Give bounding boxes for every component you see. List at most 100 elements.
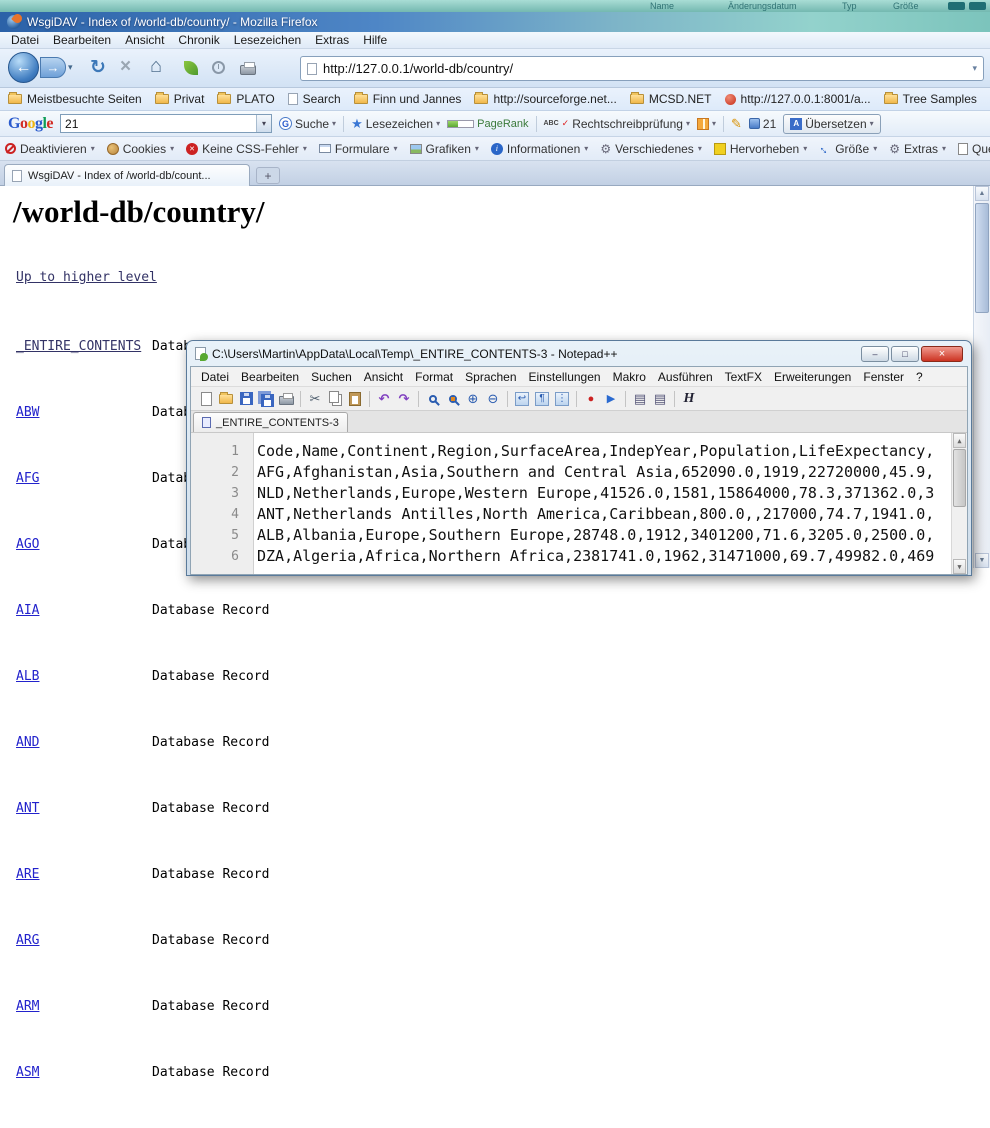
bookmark-search[interactable]: Search bbox=[288, 92, 341, 106]
open-file-icon[interactable] bbox=[217, 390, 235, 408]
webdev-view-source[interactable]: Quelltext▾ bbox=[958, 142, 990, 156]
webdev-miscellaneous[interactable]: ⚙Verschiedenes▾ bbox=[600, 142, 702, 156]
clone-pane-icon[interactable]: ▤ bbox=[651, 390, 669, 408]
new-tab-button[interactable]: + bbox=[256, 167, 280, 184]
minimize-button[interactable]: – bbox=[861, 346, 889, 362]
play-macro-icon[interactable]: ▶ bbox=[602, 390, 620, 408]
entry-arg-link[interactable]: ARG bbox=[16, 933, 39, 948]
url-bar[interactable]: http://127.0.0.1/world-db/country/ ▾ bbox=[300, 56, 984, 81]
back-button[interactable]: ← bbox=[8, 52, 39, 83]
view-pane-icon[interactable]: ▤ bbox=[631, 390, 649, 408]
firefox-titlebar[interactable]: WsgiDAV - Index of /world-db/country/ - … bbox=[0, 12, 990, 32]
npp-menu-format[interactable]: Format bbox=[409, 369, 459, 385]
forward-button[interactable]: → bbox=[40, 57, 66, 78]
entry-abw-link[interactable]: ABW bbox=[16, 405, 39, 420]
indent-guide-icon[interactable]: ⋮ bbox=[553, 390, 571, 408]
url-dropdown-icon[interactable]: ▾ bbox=[972, 63, 977, 74]
stop-button[interactable]: × bbox=[120, 56, 131, 78]
webdev-outline[interactable]: Hervorheben▾ bbox=[714, 142, 807, 156]
webdev-resize[interactable]: ↔Größe▾ bbox=[819, 142, 877, 156]
cut-icon[interactable]: ✂ bbox=[306, 390, 324, 408]
webdev-cookies[interactable]: Cookies▾ bbox=[107, 142, 174, 156]
webdev-forms[interactable]: Formulare▾ bbox=[319, 142, 398, 156]
firefox-scrollbar[interactable]: ▲ ▼ bbox=[973, 186, 990, 568]
npp-menu-suchen[interactable]: Suchen bbox=[305, 369, 358, 385]
highlighter-button[interactable]: ✎ bbox=[731, 116, 742, 132]
scroll-up-arrow[interactable]: ▲ bbox=[953, 433, 966, 448]
entry-asm-link[interactable]: ASM bbox=[16, 1065, 39, 1080]
print-icon[interactable] bbox=[277, 390, 295, 408]
scroll-thumb[interactable] bbox=[975, 203, 989, 313]
npp-menu-erweiterungen[interactable]: Erweiterungen bbox=[768, 369, 857, 385]
entry-and-link[interactable]: AND bbox=[16, 735, 39, 750]
bookmark-most-visited[interactable]: Meistbesuchte Seiten bbox=[8, 92, 142, 106]
npp-tab-entire-contents[interactable]: _ENTIRE_CONTENTS-3 bbox=[193, 412, 348, 432]
find-icon[interactable] bbox=[424, 390, 442, 408]
new-file-icon[interactable] bbox=[197, 390, 215, 408]
npp-menu-fenster[interactable]: Fenster bbox=[857, 369, 910, 385]
copy-icon[interactable] bbox=[326, 390, 344, 408]
rss-leaf-icon[interactable] bbox=[184, 61, 198, 75]
entry-aia-link[interactable]: AIA bbox=[16, 603, 39, 618]
close-button[interactable]: × bbox=[921, 346, 963, 362]
find-term-button[interactable]: 21 bbox=[749, 117, 776, 131]
translate-button[interactable]: AÜbersetzen▾ bbox=[783, 114, 880, 134]
word-wrap-icon[interactable]: ↩ bbox=[513, 390, 531, 408]
find-replace-icon[interactable] bbox=[444, 390, 462, 408]
google-search-box[interactable]: 21 ▾ bbox=[60, 114, 272, 133]
npp-menu-makro[interactable]: Makro bbox=[607, 369, 652, 385]
bookmark-finn-und-jannes[interactable]: Finn und Jannes bbox=[354, 92, 462, 106]
npp-menu-datei[interactable]: Datei bbox=[195, 369, 235, 385]
home-button[interactable]: ⌂ bbox=[150, 55, 162, 78]
paste-icon[interactable] bbox=[346, 390, 364, 408]
redo-icon[interactable]: ↷ bbox=[395, 390, 413, 408]
refresh-button[interactable]: ↻ bbox=[90, 56, 106, 79]
webdev-images[interactable]: Grafiken▾ bbox=[410, 142, 479, 156]
npp-menu-bearbeiten[interactable]: Bearbeiten bbox=[235, 369, 305, 385]
webdev-information[interactable]: iInformationen▾ bbox=[491, 142, 588, 156]
zoom-out-icon[interactable]: ⊖ bbox=[484, 390, 502, 408]
show-symbols-icon[interactable]: ¶ bbox=[533, 390, 551, 408]
npp-menu-sprachen[interactable]: Sprachen bbox=[459, 369, 522, 385]
hex-editor-icon[interactable]: H bbox=[680, 390, 698, 408]
entry-alb-link[interactable]: ALB bbox=[16, 669, 39, 684]
webdev-tools[interactable]: ⚙Extras▾ bbox=[889, 142, 946, 156]
scroll-down-arrow[interactable]: ▼ bbox=[975, 553, 989, 568]
entry-arm-link[interactable]: ARM bbox=[16, 999, 39, 1014]
tab-wsgidav[interactable]: WsgiDAV - Index of /world-db/count... bbox=[4, 164, 250, 186]
entry-ago-link[interactable]: AGO bbox=[16, 537, 39, 552]
google-search-input[interactable]: 21 bbox=[61, 117, 256, 131]
entry-ant-link[interactable]: ANT bbox=[16, 801, 39, 816]
npp-menu-einstellungen[interactable]: Einstellungen bbox=[523, 369, 607, 385]
bookmark-mcsd[interactable]: MCSD.NET bbox=[630, 92, 712, 106]
print-icon[interactable] bbox=[240, 65, 256, 75]
google-search-button[interactable]: GSuche▾ bbox=[279, 117, 336, 131]
npp-menu-ausfuehren[interactable]: Ausführen bbox=[652, 369, 719, 385]
record-macro-icon[interactable]: ● bbox=[582, 390, 600, 408]
save-all-icon[interactable] bbox=[257, 390, 275, 408]
spellcheck-button[interactable]: ABC✓Rechtschreibprüfung▾ bbox=[544, 117, 690, 131]
menu-extras[interactable]: Extras bbox=[308, 32, 356, 48]
search-dropdown-icon[interactable]: ▾ bbox=[256, 115, 271, 132]
gift-button[interactable]: ▾ bbox=[697, 118, 716, 130]
npp-menu-textfx[interactable]: TextFX bbox=[719, 369, 768, 385]
google-bookmarks-button[interactable]: ★Lesezeichen▾ bbox=[351, 116, 440, 132]
menu-lesezeichen[interactable]: Lesezeichen bbox=[227, 32, 308, 48]
url-input[interactable]: http://127.0.0.1/world-db/country/ bbox=[323, 61, 966, 76]
save-icon[interactable] bbox=[237, 390, 255, 408]
webdev-disable[interactable]: Deaktivieren▾ bbox=[5, 142, 95, 156]
menu-datei[interactable]: Datei bbox=[4, 32, 46, 48]
bookmark-sourceforge[interactable]: http://sourceforge.net... bbox=[474, 92, 616, 106]
up-to-higher-level-link[interactable]: Up to higher level bbox=[16, 270, 157, 285]
pagerank-widget[interactable]: PageRank bbox=[447, 118, 528, 130]
notepadpp-titlebar[interactable]: C:\Users\Martin\AppData\Local\Temp\_ENTI… bbox=[187, 341, 971, 366]
notepadpp-editor[interactable]: 1Code,Name,Continent,Region,SurfaceArea,… bbox=[191, 433, 967, 574]
maximize-button[interactable]: □ bbox=[891, 346, 919, 362]
menu-ansicht[interactable]: Ansicht bbox=[118, 32, 171, 48]
entry-are-link[interactable]: ARE bbox=[16, 867, 39, 882]
menu-chronik[interactable]: Chronik bbox=[171, 32, 226, 48]
notepadpp-scrollbar[interactable]: ▲ ▼ bbox=[951, 433, 967, 574]
zoom-in-icon[interactable]: ⊕ bbox=[464, 390, 482, 408]
scroll-down-arrow[interactable]: ▼ bbox=[953, 559, 966, 574]
menu-bearbeiten[interactable]: Bearbeiten bbox=[46, 32, 118, 48]
